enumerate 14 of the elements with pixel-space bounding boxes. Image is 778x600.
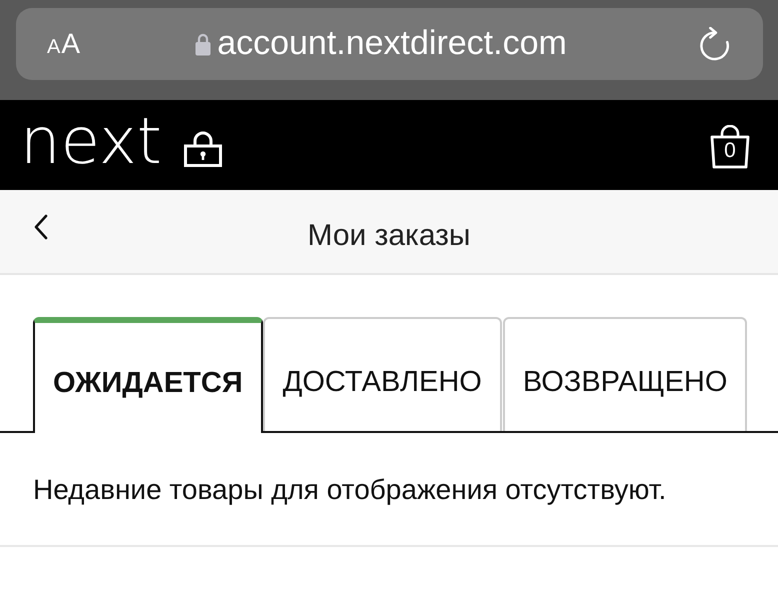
url-text: account.nextdirect.com bbox=[217, 25, 567, 63]
order-status-tab[interactable]: ОЖИДАЕТСЯ bbox=[33, 317, 263, 433]
page-title: Мои заказы bbox=[308, 218, 470, 252]
order-status-tab[interactable]: ВОЗВРАЩЕНО bbox=[502, 317, 748, 431]
empty-orders-message: Недавние товары для отображения отсутствуют. bbox=[33, 473, 668, 507]
reload-icon bbox=[699, 27, 731, 61]
lock-icon bbox=[184, 131, 222, 167]
lock-icon bbox=[195, 32, 212, 56]
address-bar[interactable]: AA account.nextdirect.com bbox=[16, 8, 763, 80]
text-size-button[interactable]: AA bbox=[47, 30, 107, 58]
reload-button[interactable] bbox=[699, 27, 731, 61]
back-button[interactable] bbox=[34, 214, 48, 240]
order-status-tab[interactable]: ДОСТАВЛЕНО bbox=[262, 317, 502, 431]
logo[interactable]: next bbox=[20, 110, 162, 174]
